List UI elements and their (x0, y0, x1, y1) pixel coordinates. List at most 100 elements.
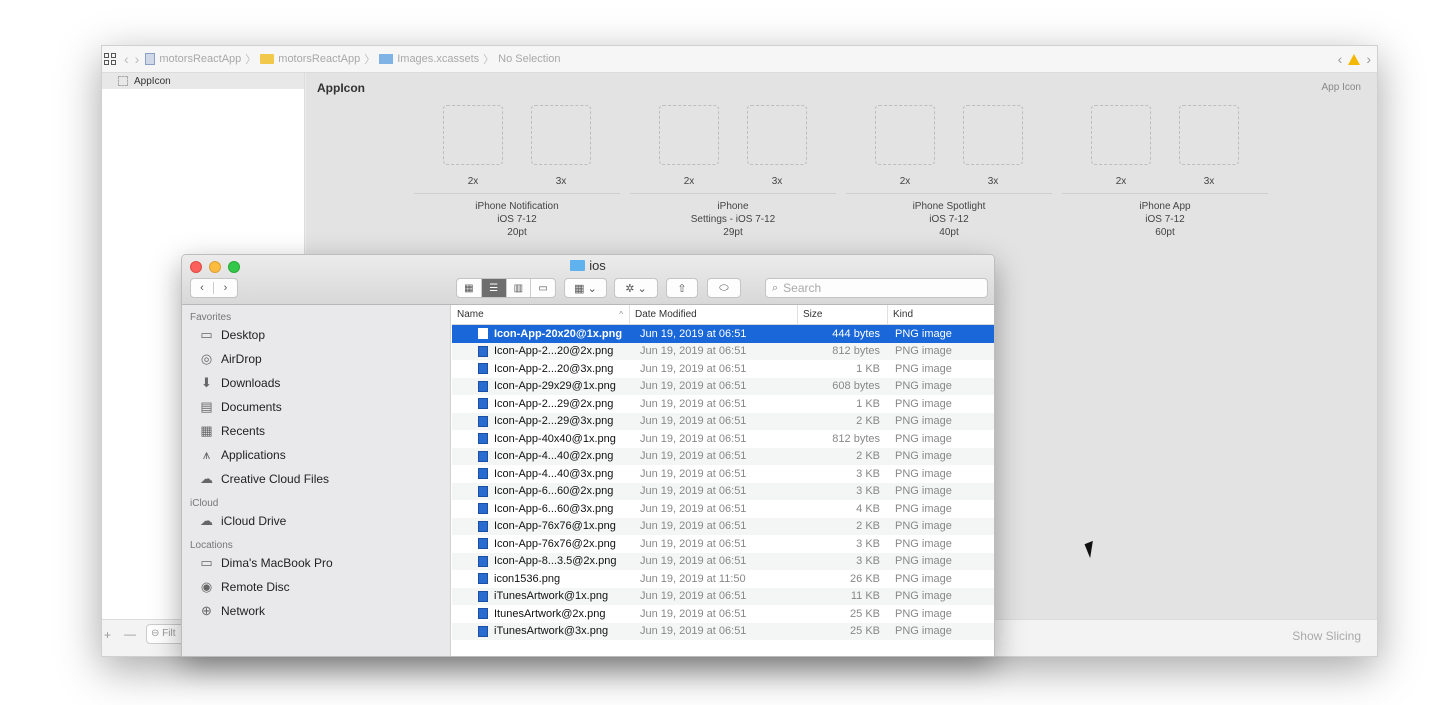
column-name[interactable]: Name ^ (452, 305, 630, 324)
sidebar-item[interactable]: ◉ Remote Disc (182, 575, 450, 599)
file-kind: PNG image (895, 555, 952, 568)
file-row[interactable]: Icon-App-76x76@1x.png Jun 19, 2019 at 06:… (452, 517, 994, 535)
file-date: Jun 19, 2019 at 06:51 (640, 415, 747, 428)
scale-label: 3x (771, 176, 783, 187)
file-row[interactable]: Icon-App-76x76@2x.png Jun 19, 2019 at 06:… (452, 535, 994, 553)
file-size: 444 bytes (832, 327, 880, 340)
file-row[interactable]: icon1536.png Jun 19, 2019 at 11:50 26 KB PN… (452, 570, 994, 588)
file-row[interactable]: Icon-App-2...20@3x.png Jun 19, 2019 at 06… (452, 360, 994, 378)
column-label: Size (803, 309, 823, 320)
icon-slot-3x[interactable] (1179, 105, 1239, 165)
file-name: Icon-App-2...29@3x.png (494, 415, 614, 428)
file-name-cell: Icon-App-2...20@3x.png (452, 363, 630, 375)
column-date[interactable]: Date Modified (630, 305, 798, 324)
file-row[interactable]: Icon-App-2...29@3x.png Jun 19, 2019 at 06… (452, 412, 994, 430)
file-row[interactable]: Icon-App-2...29@2x.png Jun 19, 2019 at 06… (452, 395, 994, 413)
breadcrumb-selection[interactable]: No Selection (498, 53, 560, 65)
sidebar-item[interactable]: ▦ Recents (182, 419, 450, 443)
warning-icon[interactable] (1348, 53, 1361, 65)
action-button[interactable]: ✲ ⌄ (614, 278, 658, 298)
remove-asset-button[interactable]: — (124, 627, 136, 641)
file-name-cell: Icon-App-8...3.5@2x.png (452, 555, 630, 567)
forward-button[interactable]: › (214, 282, 237, 294)
share-button[interactable]: ⇧ (666, 278, 698, 298)
filter-field[interactable]: ⊖ Filt (146, 624, 186, 644)
icon-slot-2x[interactable] (659, 105, 719, 165)
sidebar-item[interactable]: ☁ iCloud Drive (182, 509, 450, 533)
next-issue-icon[interactable]: › (1366, 51, 1371, 67)
back-button[interactable]: ‹ (191, 282, 215, 294)
sidebar-item[interactable]: ⬇ Downloads (182, 371, 450, 395)
file-size: 608 bytes (832, 380, 880, 393)
file-name: Icon-App-20x20@1x.png (494, 327, 623, 340)
window-title: ios (182, 258, 994, 273)
back-arrow-icon[interactable]: ‹ (124, 51, 129, 67)
file-name-cell: Icon-App-2...29@2x.png (452, 398, 630, 410)
finder-window: ios ‹ › ▦ ☰ ▥ ▭ ▦ ⌄ ✲ ⌄ ⇧ ⬭ ⌕ Search Fav… (181, 254, 995, 657)
tag-button[interactable]: ⬭ (707, 278, 741, 298)
file-size: 2 KB (856, 450, 880, 463)
file-row[interactable]: Icon-App-29x29@1x.png Jun 19, 2019 at 06:… (452, 377, 994, 395)
file-row[interactable]: Icon-App-20x20@1x.png Jun 19, 2019 at 06:… (452, 325, 994, 343)
search-placeholder: Search (783, 281, 822, 295)
file-row[interactable]: Icon-App-4...40@3x.png Jun 19, 2019 at 06… (452, 465, 994, 483)
file-row[interactable]: Icon-App-6...60@3x.png Jun 19, 2019 at 06… (452, 500, 994, 518)
previous-issue-icon[interactable]: ‹ (1338, 51, 1343, 67)
column-kind[interactable]: Kind (888, 305, 994, 324)
file-row[interactable]: Icon-App-6...60@2x.png Jun 19, 2019 at 06… (452, 482, 994, 500)
file-row[interactable]: iTunesArtwork@3x.png Jun 19, 2019 at 06:5… (452, 622, 994, 640)
file-name: Icon-App-6...60@3x.png (494, 502, 614, 515)
breadcrumb-project[interactable]: motorsReactApp 〉 (145, 51, 256, 67)
icon-slot-2x[interactable] (443, 105, 503, 165)
gallery-view-button[interactable]: ▭ (531, 279, 555, 297)
sidebar-item[interactable]: ▤ Documents (182, 395, 450, 419)
breadcrumb-folder[interactable]: motorsReactApp 〉 (260, 51, 375, 67)
search-field[interactable]: ⌕ Search (765, 278, 988, 298)
add-asset-button[interactable]: + (104, 628, 111, 642)
file-row[interactable]: iTunesArtwork@1x.png Jun 19, 2019 at 06:5… (452, 587, 994, 605)
file-name: Icon-App-2...29@2x.png (494, 397, 614, 410)
icon-view-button[interactable]: ▦ (457, 279, 482, 297)
file-kind: PNG image (895, 537, 952, 550)
file-date: Jun 19, 2019 at 06:51 (640, 467, 747, 480)
sidebar-item[interactable]: ▭ Dima's MacBook Pro (182, 551, 450, 575)
file-date: Jun 19, 2019 at 06:51 (640, 432, 747, 445)
file-kind: PNG image (895, 485, 952, 498)
sidebar-item[interactable]: ⩚ Applications (182, 443, 450, 467)
list-view-button[interactable]: ☰ (481, 279, 507, 297)
icon-slot-3x[interactable] (531, 105, 591, 165)
column-label: Kind (893, 309, 914, 320)
asset-item-appicon[interactable]: AppIcon (102, 73, 304, 89)
sidebar-item[interactable]: ◎ AirDrop (182, 347, 450, 371)
column-view-button[interactable]: ▥ (507, 279, 532, 297)
file-date: Jun 19, 2019 at 06:51 (640, 327, 747, 340)
file-row[interactable]: Icon-App-8...3.5@2x.png Jun 19, 2019 at 0… (452, 552, 994, 570)
icon-slot-2x[interactable] (1091, 105, 1151, 165)
column-size[interactable]: Size (798, 305, 888, 324)
file-size: 812 bytes (832, 432, 880, 445)
file-row[interactable]: Icon-App-2...20@2x.png Jun 19, 2019 at 06… (452, 342, 994, 360)
png-file-icon (478, 503, 488, 515)
icon-slot-3x[interactable] (747, 105, 807, 165)
group-by-button[interactable]: ▦ ⌄ (564, 278, 607, 298)
file-row[interactable]: Icon-App-40x40@1x.png Jun 19, 2019 at 06:… (452, 430, 994, 448)
sidebar-item[interactable]: ☁ Creative Cloud Files (182, 467, 450, 491)
file-row[interactable]: ItunesArtwork@2x.png Jun 19, 2019 at 06:5… (452, 605, 994, 623)
related-items-icon[interactable] (104, 53, 118, 65)
sidebar-favorites: ▭ Desktop ◎ AirDrop ⬇ Downloads ▤ Documents ▦ Rec… (182, 323, 450, 491)
file-date: Jun 19, 2019 at 06:51 (640, 537, 747, 550)
breadcrumb-assets[interactable]: Images.xcassets 〉 (379, 51, 494, 67)
show-slicing-button[interactable]: Show Slicing (1292, 629, 1361, 643)
sidebar-item[interactable]: ▭ Desktop (182, 323, 450, 347)
search-icon: ⌕ (772, 281, 779, 294)
network-icon: ⊕ (201, 603, 212, 618)
forward-arrow-icon[interactable]: › (135, 51, 140, 67)
icon-slot-2x[interactable] (875, 105, 935, 165)
file-name: Icon-App-4...40@3x.png (494, 467, 614, 480)
sort-ascending-icon: ^ (619, 310, 623, 319)
file-name-cell: iTunesArtwork@3x.png (452, 625, 630, 637)
icon-slot-3x[interactable] (963, 105, 1023, 165)
sidebar-item[interactable]: ⊕ Network (182, 599, 450, 623)
folder-icon (570, 260, 586, 271)
file-row[interactable]: Icon-App-4...40@2x.png Jun 19, 2019 at 06… (452, 447, 994, 465)
